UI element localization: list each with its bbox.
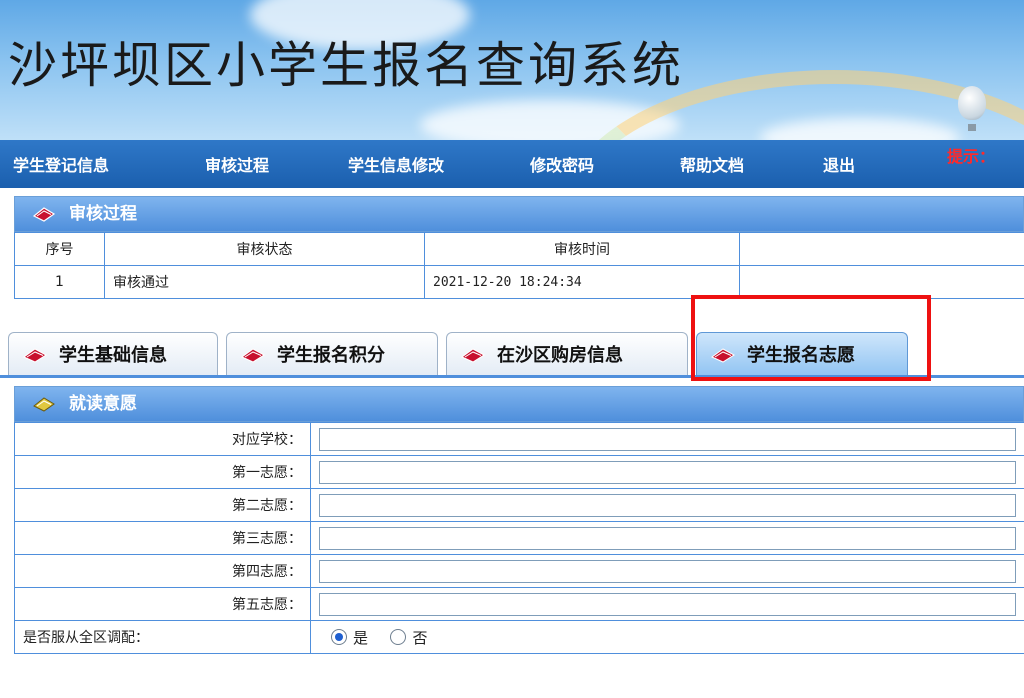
wish-5-input[interactable] (319, 592, 1016, 616)
form-row: 第一志愿： (14, 455, 1024, 489)
tab-student-points[interactable]: 学生报名积分 (226, 332, 438, 377)
radio-no-label: 否 (412, 628, 428, 647)
school-input[interactable] (319, 427, 1016, 451)
field-label: 第五志愿： (14, 587, 311, 621)
review-panel-title: 审核过程 (69, 204, 137, 224)
balloon-basket (968, 124, 976, 131)
form-row: 对应学校： (14, 422, 1024, 456)
wish-1-input[interactable] (319, 460, 1016, 484)
form-row: 第五志愿： (14, 587, 1024, 621)
header-banner: 沙坪坝区小学生报名查询系统 (0, 0, 1024, 140)
nav-edit-student-info[interactable]: 学生信息修改 (348, 140, 444, 188)
tab-label: 学生基础信息 (59, 345, 167, 366)
field-label: 第三志愿： (14, 521, 311, 555)
nav-student-register[interactable]: 学生登记信息 (13, 140, 109, 188)
field-label: 第二志愿： (14, 488, 311, 522)
table-header-row: 序号 审核状态 审核时间 (14, 232, 1024, 266)
radio-no[interactable] (390, 629, 407, 645)
tab-label: 在沙区购房信息 (497, 345, 623, 366)
col-header-status: 审核状态 (104, 232, 425, 266)
empty-cell (739, 265, 1024, 299)
hot-air-balloon-icon (958, 86, 986, 120)
highlight-box (691, 295, 931, 381)
nav-tip: 提示： (947, 147, 996, 166)
review-table: 序号 审核状态 审核时间 1 审核通过 2021-12-20 18:24:34 (14, 232, 1024, 299)
table-row: 1 审核通过 2021-12-20 18:24:34 (14, 265, 1024, 299)
wish-form-table: 对应学校： 第一志愿： 第二志愿： 第三志愿： 第四志愿： 第五志愿： 是否服从… (14, 422, 1024, 654)
nav-review-process[interactable]: 审核过程 (205, 140, 269, 188)
radio-yes[interactable] (331, 629, 347, 645)
cell-time: 2021-12-20 18:24:34 (424, 265, 740, 299)
wish-2-input[interactable] (319, 493, 1016, 517)
wish-panel-title: 就读意愿 (69, 394, 137, 414)
book-icon (241, 348, 265, 363)
book-icon (33, 397, 55, 412)
tab-label: 学生报名积分 (277, 345, 385, 366)
field-label: 第一志愿： (14, 455, 311, 489)
main-nav: 学生登记信息 审核过程 学生信息修改 修改密码 帮助文档 退出 提示： (0, 140, 1024, 188)
nav-logout[interactable]: 退出 (823, 140, 855, 188)
radio-yes-label: 是 (353, 628, 369, 647)
wish-3-input[interactable] (319, 526, 1016, 550)
book-icon (23, 348, 47, 363)
cell-status: 审核通过 (104, 265, 425, 299)
empty-cell (739, 232, 1024, 266)
review-panel-header: 审核过程 (14, 196, 1024, 232)
tab-student-basic-info[interactable]: 学生基础信息 (8, 332, 218, 377)
col-header-seq: 序号 (14, 232, 105, 266)
wish-panel-header: 就读意愿 (14, 386, 1024, 422)
field-label: 对应学校： (14, 422, 311, 456)
wish-4-input[interactable] (319, 559, 1016, 583)
form-row: 第四志愿： (14, 554, 1024, 588)
tab-housing-info[interactable]: 在沙区购房信息 (446, 332, 688, 377)
cell-seq: 1 (14, 265, 105, 299)
book-icon (33, 207, 55, 222)
form-row: 是否服从全区调配： 是 否 (14, 620, 1024, 654)
obey-label: 是否服从全区调配： (14, 620, 311, 654)
nav-help-docs[interactable]: 帮助文档 (680, 140, 744, 188)
col-header-time: 审核时间 (424, 232, 740, 266)
nav-change-password[interactable]: 修改密码 (530, 140, 594, 188)
site-title: 沙坪坝区小学生报名查询系统 (8, 37, 685, 94)
form-row: 第二志愿： (14, 488, 1024, 522)
form-row: 第三志愿： (14, 521, 1024, 555)
book-icon (461, 348, 485, 363)
field-label: 第四志愿： (14, 554, 311, 588)
